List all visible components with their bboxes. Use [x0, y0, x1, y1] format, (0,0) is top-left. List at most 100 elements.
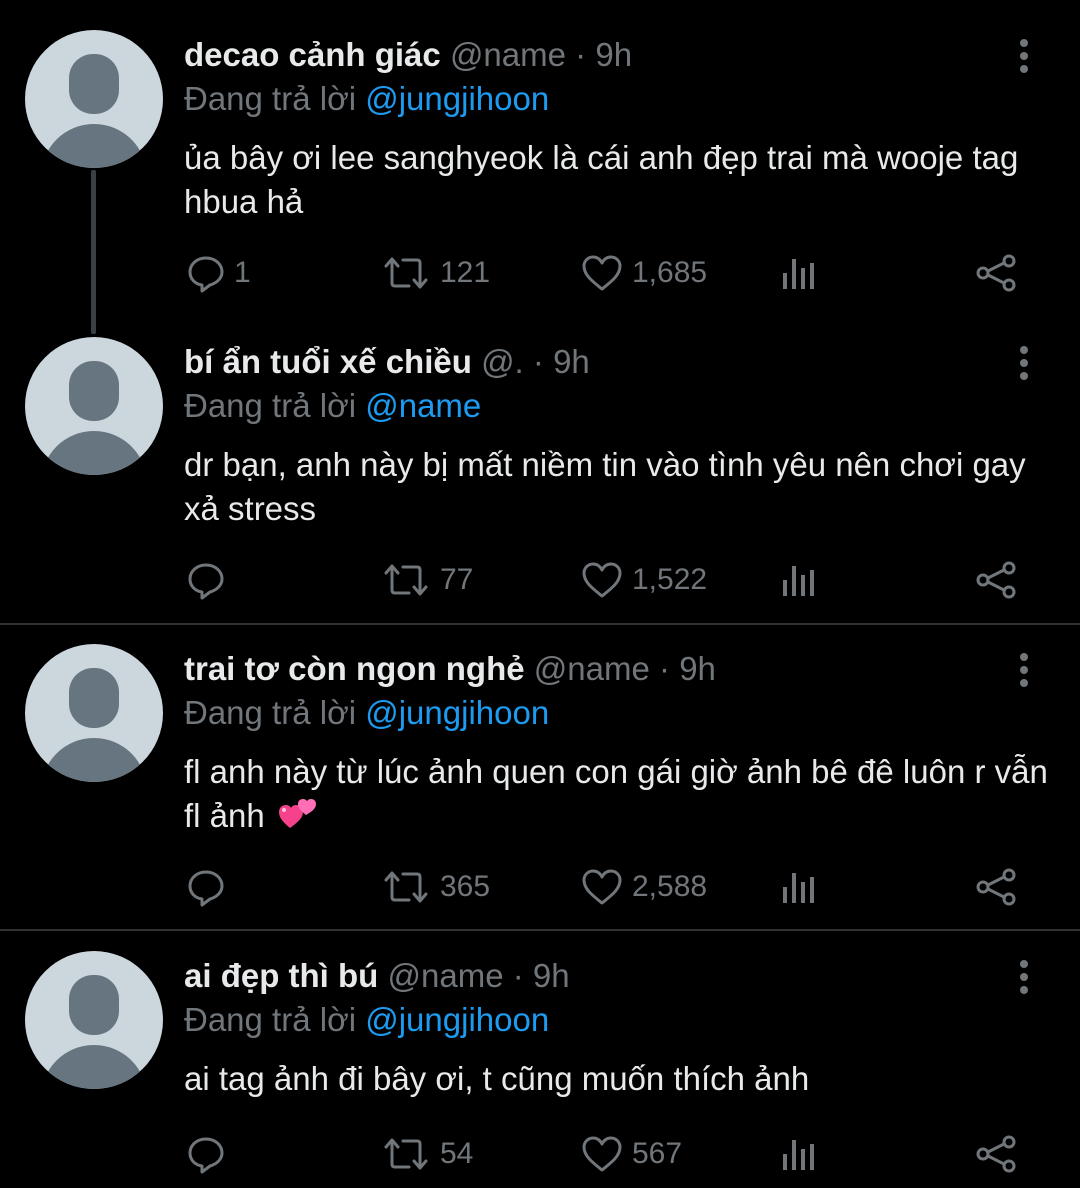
- display-name[interactable]: trai tơ còn ngon nghẻ: [184, 650, 525, 687]
- like-count: 1,522: [632, 563, 708, 596]
- tweet-text: ai tag ảnh đi bây ơi, t cũng muốn thích …: [184, 1060, 810, 1097]
- two-hearts-emoji-icon: [278, 799, 316, 828]
- avatar-body: [41, 431, 147, 475]
- retweet-icon: [380, 560, 432, 600]
- views-icon: [779, 560, 819, 600]
- heart-icon: [580, 1134, 624, 1174]
- tweet-divider: [0, 929, 1080, 931]
- like-button[interactable]: 1,522: [580, 558, 707, 602]
- retweet-button[interactable]: 54: [380, 1132, 473, 1176]
- retweet-count: 121: [440, 256, 491, 289]
- action-bar: 54 567: [0, 1132, 1080, 1176]
- display-name[interactable]: decao cảnh giác: [184, 36, 441, 73]
- avatar-head: [69, 975, 119, 1035]
- retweet-count: 365: [440, 870, 491, 903]
- like-button[interactable]: 1,685: [580, 251, 707, 295]
- handle[interactable]: @name: [534, 650, 650, 687]
- share-button[interactable]: [974, 1132, 1018, 1176]
- avatar[interactable]: [25, 30, 163, 168]
- like-count: 2,588: [632, 870, 708, 903]
- tweet-header: bí ẩn tuổi xế chiều @. · 9h: [184, 341, 590, 383]
- heart-icon: [580, 867, 624, 907]
- mention-link[interactable]: @jungjihoon: [365, 80, 549, 117]
- action-bar: 365 2,588: [0, 865, 1080, 909]
- heart-icon: [580, 253, 624, 293]
- like-button[interactable]: 2,588: [580, 865, 707, 909]
- share-icon: [974, 253, 1018, 293]
- share-icon: [974, 1134, 1018, 1174]
- views-icon: [779, 867, 819, 907]
- views-button[interactable]: [779, 558, 819, 602]
- mention-link[interactable]: @jungjihoon: [365, 1001, 549, 1038]
- reply-icon: [186, 560, 226, 600]
- tweet-header: decao cảnh giác @name · 9h: [184, 34, 632, 76]
- avatar[interactable]: [25, 337, 163, 475]
- more-vertical-icon[interactable]: [1008, 652, 1040, 688]
- heart-icon: [580, 560, 624, 600]
- share-icon: [974, 867, 1018, 907]
- more-vertical-icon[interactable]: [1008, 345, 1040, 381]
- like-button[interactable]: 567: [580, 1132, 682, 1176]
- avatar-body: [41, 1045, 147, 1089]
- like-count: 1,685: [632, 256, 708, 289]
- tweet-header: ai đẹp thì bú @name · 9h: [184, 955, 570, 997]
- tweet-divider: [0, 623, 1080, 625]
- action-bar: 77 1,522: [0, 558, 1080, 602]
- timestamp[interactable]: 9h: [533, 957, 570, 994]
- action-bar: 1 121 1,685: [0, 251, 1080, 295]
- replying-to: Đang trả lời @jungjihoon: [184, 692, 549, 734]
- replying-label: Đang trả lời: [184, 387, 357, 424]
- handle[interactable]: @name: [450, 36, 566, 73]
- more-vertical-icon[interactable]: [1008, 38, 1040, 74]
- reply-count: 1: [234, 256, 251, 289]
- mention-link[interactable]: @name: [365, 387, 481, 424]
- tweet-header: trai tơ còn ngon nghẻ @name · 9h: [184, 648, 716, 690]
- separator: ·: [575, 36, 587, 73]
- tweet-text: dr bạn, anh này bị mất niềm tin vào tình…: [184, 446, 1026, 527]
- retweet-count: 77: [440, 563, 474, 596]
- replying-label: Đang trả lời: [184, 80, 357, 117]
- share-icon: [974, 560, 1018, 600]
- separator: ·: [532, 343, 544, 380]
- views-icon: [779, 253, 819, 293]
- avatar[interactable]: [25, 644, 163, 782]
- timestamp[interactable]: 9h: [679, 650, 716, 687]
- retweet-icon: [380, 253, 432, 293]
- retweet-button[interactable]: 77: [380, 558, 473, 602]
- retweet-button[interactable]: 121: [380, 251, 490, 295]
- replying-to: Đang trả lời @name: [184, 385, 481, 427]
- avatar-head: [69, 668, 119, 728]
- timestamp[interactable]: 9h: [595, 36, 632, 73]
- views-button[interactable]: [779, 1132, 819, 1176]
- handle[interactable]: @.: [481, 343, 524, 380]
- retweet-button[interactable]: 365: [380, 865, 490, 909]
- reply-button[interactable]: [186, 1132, 234, 1176]
- separator: ·: [512, 957, 524, 994]
- retweet-icon: [380, 1134, 432, 1174]
- retweet-count: 54: [440, 1137, 474, 1170]
- mention-link[interactable]: @jungjihoon: [365, 694, 549, 731]
- handle[interactable]: @name: [388, 957, 504, 994]
- reply-button[interactable]: [186, 865, 234, 909]
- like-count: 567: [632, 1137, 683, 1170]
- replying-to: Đang trả lời @jungjihoon: [184, 78, 549, 120]
- avatar-head: [69, 361, 119, 421]
- tweet-text: fl anh này từ lúc ảnh quen con gái giờ ả…: [184, 750, 1054, 838]
- views-button[interactable]: [779, 251, 819, 295]
- tweet-text: ủa bây ơi lee sanghyeok là cái anh đẹp t…: [184, 139, 1019, 220]
- avatar-body: [41, 124, 147, 168]
- avatar-body: [41, 738, 147, 782]
- share-button[interactable]: [974, 558, 1018, 602]
- avatar[interactable]: [25, 951, 163, 1089]
- display-name[interactable]: bí ẩn tuổi xế chiều: [184, 343, 472, 380]
- reply-button[interactable]: [186, 558, 234, 602]
- reply-icon: [186, 1134, 226, 1174]
- share-button[interactable]: [974, 251, 1018, 295]
- display-name[interactable]: ai đẹp thì bú: [184, 957, 378, 994]
- share-button[interactable]: [974, 865, 1018, 909]
- views-button[interactable]: [779, 865, 819, 909]
- more-vertical-icon[interactable]: [1008, 959, 1040, 995]
- views-icon: [779, 1134, 819, 1174]
- timestamp[interactable]: 9h: [553, 343, 590, 380]
- reply-button[interactable]: 1: [186, 251, 251, 295]
